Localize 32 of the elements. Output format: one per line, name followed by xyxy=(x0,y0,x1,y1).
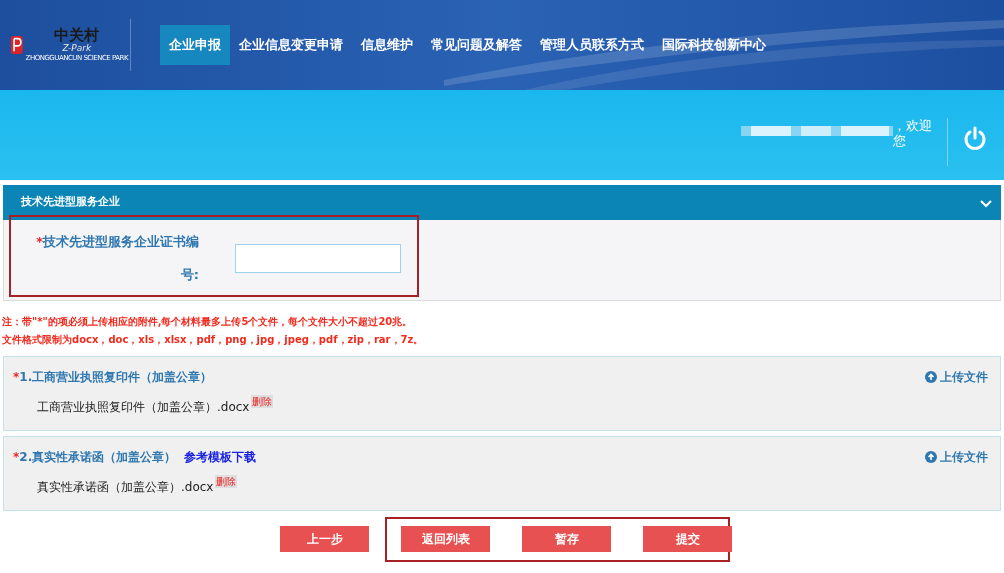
field-label: *技术先进型服务企业证书编号: xyxy=(35,233,199,284)
nav-tab[interactable]: 企业申报 xyxy=(160,25,230,65)
file-name: 真实性承诺函（加盖公章）.docx xyxy=(37,479,214,496)
logo-name: 中关村 xyxy=(54,28,100,44)
chevron-icon[interactable] xyxy=(979,197,993,208)
attachment-title: *1.工商营业执照复印件（加盖公章） xyxy=(13,369,213,386)
notice-text: 注：带"*"的项必须上传相应的附件,每个材料最多上传5个文件，每个文件大小不超过20兆。 xyxy=(2,315,414,329)
nav-tab[interactable]: 企业信息变更申请 xyxy=(230,25,352,65)
panel-title: 技术先进型服务企业 xyxy=(21,194,120,211)
upload-link[interactable]: 上传文件 xyxy=(925,368,988,386)
certificate-input[interactable] xyxy=(235,243,401,273)
delete-button[interactable]: 删除 xyxy=(215,475,238,488)
action-button[interactable]: 暂存 xyxy=(522,526,611,552)
nav-tab[interactable]: 管理人员联系方式 xyxy=(531,25,653,65)
logo-subtitle: Z-Park xyxy=(62,43,92,54)
upload-icon xyxy=(925,371,937,383)
attachment-title: *2.真实性承诺函（加盖公章） xyxy=(13,449,177,466)
delete-button[interactable]: 删除 xyxy=(251,395,274,408)
panel-header[interactable]: 技术先进型服务企业 xyxy=(3,185,1001,220)
nav-tab[interactable]: 常见问题及解答 xyxy=(422,25,531,65)
file-name: 工商营业执照复印件（加盖公章）.docx xyxy=(37,399,250,416)
upload-link[interactable]: 上传文件 xyxy=(925,448,988,466)
template-download-link[interactable]: 参考模板下载 xyxy=(184,448,257,466)
notice-text: 文件格式限制为docx，doc，xls，xlsx，pdf，png，jpg，jpeg，pdf，zip，rar，7z。 xyxy=(2,333,425,347)
action-button[interactable]: 上一步 xyxy=(280,526,369,552)
nav-tab[interactable]: 国际科技创新中心 xyxy=(653,25,775,65)
welcome-text: ，欢迎您 xyxy=(893,118,933,148)
action-button[interactable]: 返回列表 xyxy=(401,526,490,552)
upload-icon xyxy=(925,451,937,463)
nav-tab[interactable]: 信息维护 xyxy=(352,25,422,65)
action-button[interactable]: 提交 xyxy=(643,526,732,552)
power-icon[interactable] xyxy=(962,126,988,152)
